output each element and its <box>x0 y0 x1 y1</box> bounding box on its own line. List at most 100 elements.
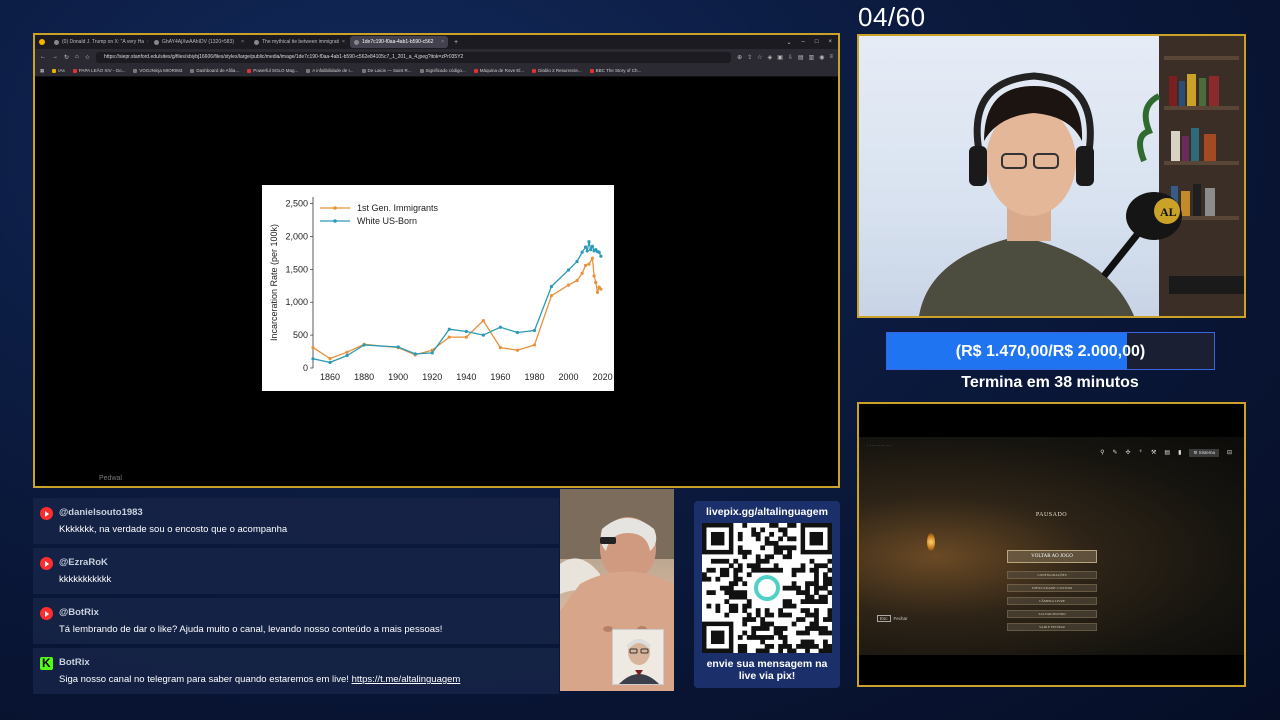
maximize-icon[interactable]: □ <box>815 39 819 46</box>
browser-tab[interactable]: The mythical tie between immigrati × <box>250 36 348 48</box>
inset-portrait-photo <box>612 629 664 685</box>
chat-username: @BotRix <box>59 607 99 618</box>
x-tick-label: 2020 <box>593 372 613 382</box>
livepix-logo-icon <box>754 575 780 601</box>
streamer-webcam: AL <box>857 34 1246 318</box>
journal-icon[interactable]: ▤ <box>1164 449 1170 457</box>
close-window-icon[interactable]: × <box>828 39 832 46</box>
controller-icon[interactable]: ⊟ <box>1227 449 1232 457</box>
data-point <box>583 263 588 267</box>
back-hint[interactable]: Esc Fechar <box>877 615 908 622</box>
x-logo-icon <box>154 39 159 45</box>
data-point <box>464 329 468 334</box>
youtube-icon <box>40 557 53 570</box>
reload-icon[interactable]: ↻ <box>64 54 69 61</box>
bookmark-item[interactable]: Dashboard de Afilia... <box>190 68 239 73</box>
close-tab-icon[interactable]: × <box>342 39 345 45</box>
quit-button[interactable]: SAIR E FECHAR <box>1007 623 1097 631</box>
download-icon[interactable]: ⇩ <box>788 54 793 61</box>
image-icon <box>354 39 359 45</box>
browser-tab-active[interactable]: 1de7c190-f0aa-4ab1-b590-c562 × <box>350 36 448 48</box>
youtube-icon <box>589 68 594 73</box>
legend-label: White US-Born <box>357 216 417 226</box>
close-tab-icon[interactable]: × <box>147 39 148 45</box>
chat-message: K BotRix Siga nosso canal no telegram pa… <box>33 648 559 694</box>
y-tick-label: 1,000 <box>285 297 308 307</box>
url-bar[interactable]: https://siepr.stanford.edu/sites/g/files… <box>96 51 732 63</box>
star-icon[interactable]: ☆ <box>757 54 762 61</box>
minimize-icon[interactable]: – <box>802 39 805 46</box>
site-icon <box>306 68 311 73</box>
chat-username: BotRix <box>59 657 90 668</box>
back-icon[interactable]: ← <box>40 54 46 60</box>
bookmark-item[interactable]: PAPA LEÃO XIV - Go... <box>72 68 125 73</box>
bookmark-item[interactable]: Significado código... <box>419 68 466 73</box>
close-tab-icon[interactable]: × <box>441 39 444 45</box>
bookmark-item[interactable]: Powerful SOLO Mag... <box>247 68 298 73</box>
tab-list-icon[interactable]: ⌄ <box>786 39 791 46</box>
bookmark-item[interactable]: BBC The Story of Ch... <box>589 68 641 73</box>
cut-off-label: Pedwal <box>99 475 122 482</box>
chat-text: Kkkkkkk, na verdade sou o encosto que o … <box>59 524 288 535</box>
system-tab[interactable]: ⚙ Sistema <box>1189 449 1219 457</box>
share-icon[interactable]: ⇪ <box>747 54 752 61</box>
bookmark-item[interactable]: IAs <box>52 68 65 73</box>
reader-icon[interactable]: ▤ <box>798 54 804 61</box>
game-menu-icons: ⚲ ✎ ✣ ♆ ⚒ ▤ ▮ ⚙ Sistema ⊟ <box>1100 449 1232 457</box>
pause-menu: VOLTAR AO JOGO CONFIGURAÇÕES DIFICULDADE… <box>1007 550 1097 631</box>
difficulty-button[interactable]: DIFICULDADE: CUSTOM <box>1007 584 1097 592</box>
data-point <box>549 294 554 298</box>
folder-icon <box>52 68 57 73</box>
browser-tab[interactable]: GhAY4AjXwAAhIDV (1320×583) × <box>150 36 248 48</box>
qr-code-image <box>702 523 833 654</box>
settings-button[interactable]: CONFIGURAÇÕES <box>1007 571 1097 579</box>
telegram-link[interactable]: https://t.me/altalinguagem <box>352 674 461 685</box>
map-icon[interactable]: ✎ <box>1112 449 1117 457</box>
free-camera-button[interactable]: CÂMERA LIVRE <box>1007 597 1097 605</box>
save-world-button[interactable]: SALVAR MUNDO <box>1007 610 1097 618</box>
zoom-icon[interactable]: ⊕ <box>737 54 742 61</box>
page-icon <box>254 39 259 45</box>
key-icon: Esc <box>877 615 891 622</box>
legend-label: 1st Gen. Immigrants <box>357 203 439 213</box>
forward-icon[interactable]: → <box>52 54 58 60</box>
chat-message: @BotRix Tá lembrando de dar o like? Ajud… <box>33 598 559 644</box>
data-point <box>311 357 315 361</box>
image-viewer: 0 500 1,000 1,500 2,000 2,500 1860 1880 1900 1920… <box>35 77 838 486</box>
crafting-icon[interactable]: ⚒ <box>1151 449 1156 457</box>
sidebar-icon[interactable]: ▥ <box>809 54 815 61</box>
legend-marker <box>333 206 337 210</box>
inventory-icon[interactable]: ▮ <box>1178 449 1181 457</box>
bookmark-item[interactable]: De Laicis — Saint R... <box>361 68 412 73</box>
skills-icon[interactable]: ♆ <box>1139 449 1144 457</box>
data-point <box>498 325 502 329</box>
data-point <box>413 352 417 356</box>
menu-icon[interactable]: ≡ <box>829 54 833 61</box>
compass-icon[interactable]: ✣ <box>1126 449 1131 457</box>
lantern-icon[interactable]: ⚲ <box>1100 449 1104 457</box>
apps-icon[interactable]: ▦ <box>40 68 44 74</box>
bookmark-star-icon[interactable]: ☆ <box>85 54 90 61</box>
data-point <box>580 250 584 254</box>
account-icon[interactable]: ◉ <box>819 54 824 61</box>
bookmark-item[interactable]: Máquina de Rove El... <box>473 68 524 73</box>
bookmark-item[interactable]: VOOJNinja MIORIM3 <box>133 68 182 73</box>
data-point <box>580 271 584 275</box>
data-point <box>595 290 600 294</box>
x-tick-label: 1880 <box>354 372 374 382</box>
browser-tab[interactable]: (0) Donald J. Trump on X: "A very Ha× <box>50 36 148 48</box>
chat-text: Tá lembrando de dar o like? Ajuda muito … <box>59 624 443 635</box>
shield-icon[interactable]: ◈ <box>768 54 773 61</box>
resume-game-button[interactable]: VOLTAR AO JOGO <box>1007 550 1097 563</box>
extension-icon[interactable]: ▣ <box>777 54 783 61</box>
game-pause-screen: · · · · · · · · · · ⚲ ✎ ✣ ♆ ⚒ ▤ ▮ ⚙ Sist… <box>859 437 1244 655</box>
close-tab-icon[interactable]: × <box>241 39 244 45</box>
game-hud-text: · · · · · · · · · · <box>867 443 891 448</box>
x-tick-label: 1980 <box>524 372 544 382</box>
youtube-icon <box>532 68 537 73</box>
youtube-icon <box>72 68 77 73</box>
home-icon[interactable]: ⌂ <box>75 54 79 60</box>
new-tab-icon[interactable]: + <box>454 39 458 46</box>
bookmark-item[interactable]: A infalibilidade de I... <box>306 68 354 73</box>
bookmark-item[interactable]: Diablo 2 Resurrecte... <box>532 68 582 73</box>
